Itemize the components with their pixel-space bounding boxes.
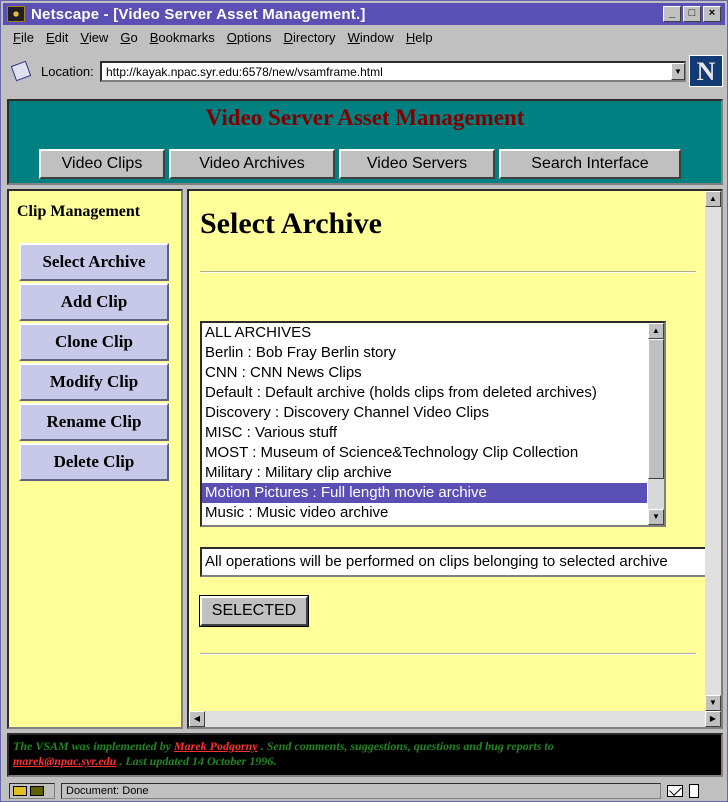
scroll-thumb[interactable] bbox=[648, 339, 664, 479]
minimize-button[interactable]: _ bbox=[663, 6, 681, 22]
archive-option[interactable]: Discovery : Discovery Channel Video Clip… bbox=[202, 403, 664, 423]
footer-text: . Send comments, suggestions, questions … bbox=[257, 739, 554, 753]
archive-option[interactable]: MISC : Various stuff bbox=[202, 423, 664, 443]
select-archive-button[interactable]: Select Archive bbox=[19, 243, 169, 281]
sidebar-frame: Clip Management Select Archive Add Clip … bbox=[7, 189, 183, 729]
footer-text: . Last updated 14 October 1996. bbox=[116, 754, 277, 768]
menu-file[interactable]: File bbox=[13, 30, 34, 45]
nav-search-interface[interactable]: Search Interface bbox=[499, 149, 681, 179]
main-nav: Video Clips Video Archives Video Servers… bbox=[39, 149, 681, 179]
menu-options[interactable]: Options bbox=[227, 30, 272, 45]
menu-bookmarks[interactable]: Bookmarks bbox=[150, 30, 215, 45]
scroll-left-icon[interactable]: ◀ bbox=[189, 711, 205, 727]
status-text: Document: Done bbox=[61, 783, 661, 799]
menu-window[interactable]: Window bbox=[348, 30, 394, 45]
scroll-down-icon[interactable]: ▼ bbox=[648, 509, 664, 525]
sidebar-title: Clip Management bbox=[17, 203, 141, 220]
archive-list: ALL ARCHIVES Berlin : Bob Fray Berlin st… bbox=[202, 323, 664, 523]
network-icon bbox=[30, 786, 44, 796]
bookmark-link-icon[interactable] bbox=[10, 60, 32, 82]
archive-option[interactable]: Military : Military clip archive bbox=[202, 463, 664, 483]
archive-option[interactable]: Motion Pictures : Full length movie arch… bbox=[202, 483, 647, 503]
location-bar: Location: http://kayak.npac.syr.edu:6578… bbox=[3, 51, 725, 91]
key-icon bbox=[13, 786, 27, 796]
header-frame: Video Server Asset Management Video Clip… bbox=[7, 99, 723, 185]
scroll-right-icon[interactable]: ▶ bbox=[705, 711, 721, 727]
location-input[interactable]: http://kayak.npac.syr.edu:6578/new/vsamf… bbox=[100, 61, 686, 82]
netscape-logo[interactable]: N bbox=[689, 55, 723, 87]
close-button[interactable]: × bbox=[703, 6, 721, 22]
footer-frame: The VSAM was implemented by Marek Podgor… bbox=[7, 733, 723, 777]
page-title: Select Archive bbox=[200, 207, 382, 240]
status-bar: Document: Done bbox=[3, 781, 725, 801]
title-bar: Netscape - [Video Server Asset Managemen… bbox=[3, 3, 725, 25]
scroll-down-icon[interactable]: ▼ bbox=[705, 695, 721, 711]
document-icon bbox=[689, 784, 699, 798]
content-vertical-scrollbar[interactable]: ▲ ▼ bbox=[705, 191, 721, 711]
email-link[interactable]: marek@npac.syr.edu bbox=[13, 754, 116, 768]
menu-go[interactable]: Go bbox=[120, 30, 137, 45]
site-title: Video Server Asset Management bbox=[205, 105, 525, 130]
author-link[interactable]: Marek Podgorny bbox=[174, 739, 258, 753]
menu-help[interactable]: Help bbox=[406, 30, 433, 45]
archive-option[interactable]: Default : Default archive (holds clips f… bbox=[202, 383, 664, 403]
archive-option[interactable]: CNN : CNN News Clips bbox=[202, 363, 664, 383]
security-status bbox=[9, 783, 55, 799]
archive-option[interactable]: ALL ARCHIVES bbox=[202, 323, 664, 343]
selected-button[interactable]: SELECTED bbox=[199, 595, 309, 627]
modify-clip-button[interactable]: Modify Clip bbox=[19, 363, 169, 401]
archive-listbox[interactable]: ALL ARCHIVES Berlin : Bob Fray Berlin st… bbox=[200, 321, 666, 527]
divider-top bbox=[200, 271, 696, 273]
rename-clip-button[interactable]: Rename Clip bbox=[19, 403, 169, 441]
netscape-window: Netscape - [Video Server Asset Managemen… bbox=[0, 0, 728, 802]
netscape-app-icon bbox=[7, 6, 25, 22]
footer-text: The VSAM was implemented by bbox=[13, 739, 175, 753]
menu-edit[interactable]: Edit bbox=[46, 30, 68, 45]
content-frame: Select Archive ALL ARCHIVES Berlin : Bob… bbox=[187, 189, 723, 729]
content-horizontal-scrollbar[interactable]: ◀ ▶ bbox=[189, 711, 721, 727]
info-text-field[interactable]: All operations will be performed on clip… bbox=[200, 547, 721, 577]
scroll-up-icon[interactable]: ▲ bbox=[705, 191, 721, 207]
maximize-button[interactable]: □ bbox=[683, 6, 701, 22]
menu-bar: File Edit View Go Bookmarks Options Dire… bbox=[3, 27, 725, 47]
mail-icon[interactable] bbox=[667, 785, 683, 797]
delete-clip-button[interactable]: Delete Clip bbox=[19, 443, 169, 481]
nav-video-clips[interactable]: Video Clips bbox=[39, 149, 165, 179]
location-label: Location: bbox=[41, 64, 94, 79]
menu-directory[interactable]: Directory bbox=[284, 30, 336, 45]
location-dropdown-icon[interactable]: ▼ bbox=[671, 63, 685, 80]
menu-view[interactable]: View bbox=[80, 30, 108, 45]
archive-option[interactable]: Berlin : Bob Fray Berlin story bbox=[202, 343, 664, 363]
nav-video-servers[interactable]: Video Servers bbox=[339, 149, 495, 179]
window-title: Netscape - [Video Server Asset Managemen… bbox=[31, 5, 366, 23]
scroll-up-icon[interactable]: ▲ bbox=[648, 323, 664, 339]
divider-bottom bbox=[200, 653, 696, 655]
nav-video-archives[interactable]: Video Archives bbox=[169, 149, 335, 179]
add-clip-button[interactable]: Add Clip bbox=[19, 283, 169, 321]
archive-option[interactable]: Music : Music video archive bbox=[202, 503, 664, 523]
archive-option[interactable]: MOST : Museum of Science&Technology Clip… bbox=[202, 443, 664, 463]
listbox-scrollbar[interactable]: ▲ ▼ bbox=[648, 323, 664, 525]
clone-clip-button[interactable]: Clone Clip bbox=[19, 323, 169, 361]
